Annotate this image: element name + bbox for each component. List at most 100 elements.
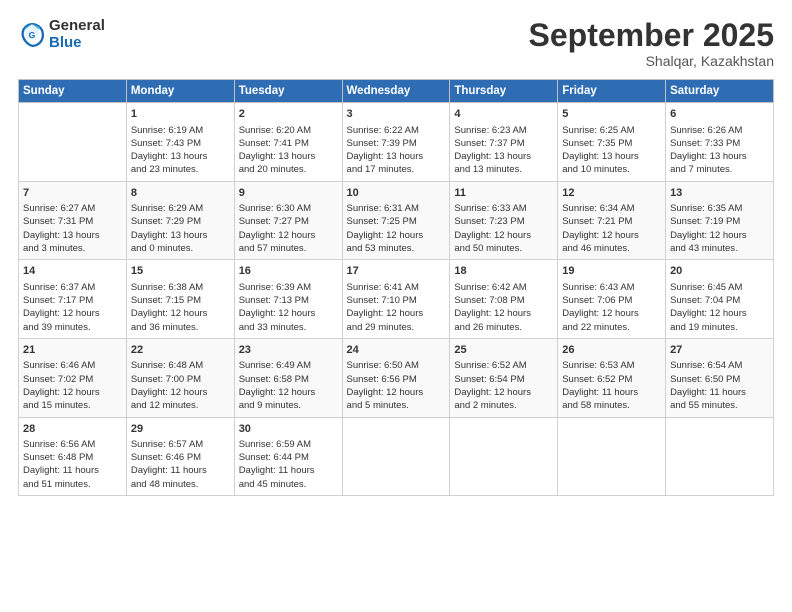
calendar-cell — [450, 417, 558, 496]
calendar-week-row: 1Sunrise: 6:19 AMSunset: 7:43 PMDaylight… — [19, 103, 774, 182]
cell-info-line: Sunrise: 6:38 AM — [131, 281, 230, 294]
date-number: 9 — [239, 186, 338, 201]
cell-info-line: Sunset: 7:39 PM — [347, 137, 446, 150]
logo-icon: G — [18, 21, 46, 49]
cell-info-line: Sunset: 7:02 PM — [23, 373, 122, 386]
cell-info-line: Daylight: 12 hours — [239, 386, 338, 399]
cell-info-line: Daylight: 13 hours — [454, 150, 553, 163]
cell-info-line: Sunrise: 6:50 AM — [347, 359, 446, 372]
cell-info-line: Sunrise: 6:48 AM — [131, 359, 230, 372]
page: G General Blue September 2025 Shalqar, K… — [0, 0, 792, 612]
calendar-cell: 13Sunrise: 6:35 AMSunset: 7:19 PMDayligh… — [666, 181, 774, 260]
cell-info-line: Sunrise: 6:54 AM — [670, 359, 769, 372]
cell-info-line: Daylight: 12 hours — [23, 386, 122, 399]
title-block: September 2025 Shalqar, Kazakhstan — [529, 18, 774, 69]
cell-info-line: Sunset: 7:04 PM — [670, 294, 769, 307]
day-header: Wednesday — [342, 80, 450, 103]
date-number: 13 — [670, 186, 769, 201]
calendar-cell: 3Sunrise: 6:22 AMSunset: 7:39 PMDaylight… — [342, 103, 450, 182]
cell-info-line: Sunrise: 6:26 AM — [670, 124, 769, 137]
cell-info-line: Sunset: 6:58 PM — [239, 373, 338, 386]
logo-text: General Blue — [49, 18, 105, 51]
cell-info-line: Sunrise: 6:52 AM — [454, 359, 553, 372]
calendar-cell: 5Sunrise: 6:25 AMSunset: 7:35 PMDaylight… — [558, 103, 666, 182]
cell-info-line: Daylight: 12 hours — [239, 229, 338, 242]
cell-info-line: Sunrise: 6:34 AM — [562, 202, 661, 215]
cell-info-line: Sunrise: 6:49 AM — [239, 359, 338, 372]
date-number: 28 — [23, 422, 122, 437]
cell-info-line: Sunrise: 6:22 AM — [347, 124, 446, 137]
calendar-cell: 30Sunrise: 6:59 AMSunset: 6:44 PMDayligh… — [234, 417, 342, 496]
date-number: 20 — [670, 264, 769, 279]
date-number: 15 — [131, 264, 230, 279]
cell-info-line: and 51 minutes. — [23, 478, 122, 491]
cell-info-line: and 50 minutes. — [454, 242, 553, 255]
date-number: 17 — [347, 264, 446, 279]
cell-info-line: Sunset: 7:31 PM — [23, 215, 122, 228]
calendar-cell: 19Sunrise: 6:43 AMSunset: 7:06 PMDayligh… — [558, 260, 666, 339]
cell-info-line: Daylight: 13 hours — [562, 150, 661, 163]
cell-info-line: Sunrise: 6:31 AM — [347, 202, 446, 215]
date-number: 6 — [670, 107, 769, 122]
cell-info-line: Daylight: 12 hours — [347, 386, 446, 399]
cell-info-line: Sunrise: 6:20 AM — [239, 124, 338, 137]
cell-info-line: Sunset: 7:19 PM — [670, 215, 769, 228]
date-number: 3 — [347, 107, 446, 122]
calendar-cell: 22Sunrise: 6:48 AMSunset: 7:00 PMDayligh… — [126, 338, 234, 417]
date-number: 26 — [562, 343, 661, 358]
cell-info-line: Sunset: 6:52 PM — [562, 373, 661, 386]
cell-info-line: Daylight: 13 hours — [670, 150, 769, 163]
calendar-cell — [342, 417, 450, 496]
calendar-cell — [558, 417, 666, 496]
cell-info-line: and 55 minutes. — [670, 399, 769, 412]
cell-info-line: Sunrise: 6:39 AM — [239, 281, 338, 294]
calendar-cell: 25Sunrise: 6:52 AMSunset: 6:54 PMDayligh… — [450, 338, 558, 417]
cell-info-line: Sunset: 6:44 PM — [239, 451, 338, 464]
cell-info-line: and 53 minutes. — [347, 242, 446, 255]
cell-info-line: and 12 minutes. — [131, 399, 230, 412]
cell-info-line: and 48 minutes. — [131, 478, 230, 491]
cell-info-line: and 43 minutes. — [670, 242, 769, 255]
cell-info-line: and 10 minutes. — [562, 163, 661, 176]
date-number: 11 — [454, 186, 553, 201]
date-number: 5 — [562, 107, 661, 122]
cell-info-line: and 17 minutes. — [347, 163, 446, 176]
calendar-cell: 20Sunrise: 6:45 AMSunset: 7:04 PMDayligh… — [666, 260, 774, 339]
cell-info-line: Sunset: 7:23 PM — [454, 215, 553, 228]
cell-info-line: Daylight: 13 hours — [131, 229, 230, 242]
date-number: 19 — [562, 264, 661, 279]
calendar-cell: 6 Sunrise: 6:26 AMSunset: 7:33 PMDaylight… — [666, 103, 774, 182]
cell-info-line: Sunset: 7:33 PM — [670, 137, 769, 150]
cell-info-line: and 2 minutes. — [454, 399, 553, 412]
location: Shalqar, Kazakhstan — [529, 53, 774, 69]
cell-info-line: Sunrise: 6:45 AM — [670, 281, 769, 294]
cell-info-line: Sunrise: 6:37 AM — [23, 281, 122, 294]
cell-info-line: and 0 minutes. — [131, 242, 230, 255]
cell-info-line: Daylight: 11 hours — [562, 386, 661, 399]
cell-info-line: Daylight: 11 hours — [23, 464, 122, 477]
cell-info-line: Sunrise: 6:27 AM — [23, 202, 122, 215]
date-number: 16 — [239, 264, 338, 279]
date-number: 12 — [562, 186, 661, 201]
cell-info-line: Daylight: 13 hours — [239, 150, 338, 163]
cell-info-line: and 20 minutes. — [239, 163, 338, 176]
cell-info-line: and 39 minutes. — [23, 321, 122, 334]
calendar-header-row: SundayMondayTuesdayWednesdayThursdayFrid… — [19, 80, 774, 103]
day-header: Thursday — [450, 80, 558, 103]
cell-info-line: and 58 minutes. — [562, 399, 661, 412]
calendar-cell: 8Sunrise: 6:29 AMSunset: 7:29 PMDaylight… — [126, 181, 234, 260]
cell-info-line: and 23 minutes. — [131, 163, 230, 176]
cell-info-line: and 46 minutes. — [562, 242, 661, 255]
calendar-cell — [19, 103, 127, 182]
date-number: 18 — [454, 264, 553, 279]
calendar-cell: 15Sunrise: 6:38 AMSunset: 7:15 PMDayligh… — [126, 260, 234, 339]
cell-info-line: Daylight: 11 hours — [239, 464, 338, 477]
cell-info-line: Sunrise: 6:33 AM — [454, 202, 553, 215]
calendar-cell: 1Sunrise: 6:19 AMSunset: 7:43 PMDaylight… — [126, 103, 234, 182]
cell-info-line: Sunrise: 6:42 AM — [454, 281, 553, 294]
date-number: 27 — [670, 343, 769, 358]
cell-info-line: Daylight: 12 hours — [131, 307, 230, 320]
cell-info-line: Sunrise: 6:43 AM — [562, 281, 661, 294]
cell-info-line: Sunset: 7:13 PM — [239, 294, 338, 307]
cell-info-line: and 36 minutes. — [131, 321, 230, 334]
